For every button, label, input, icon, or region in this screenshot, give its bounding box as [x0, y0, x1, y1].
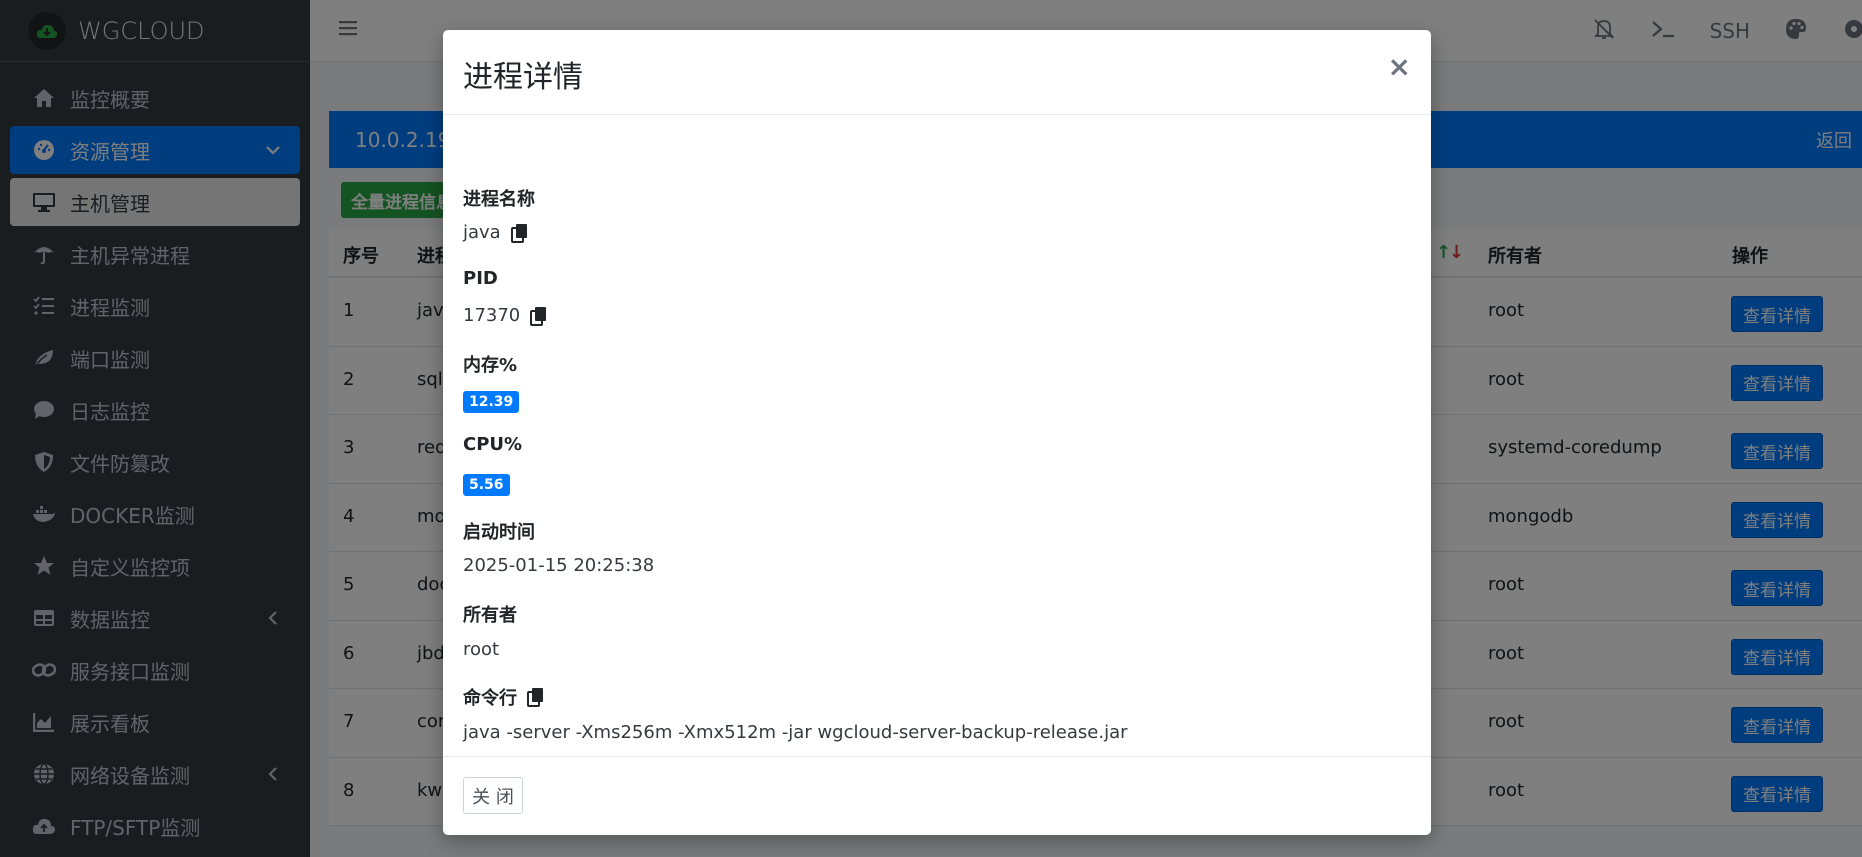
start-time-value: 2025-01-15 20:25:38 [463, 555, 655, 576]
close-icon[interactable]: × [1388, 50, 1411, 83]
command-value: java -server -Xms256m -Xmx512m -jar wgcl… [463, 722, 1128, 743]
cpu-badge: 5.56 [463, 474, 510, 496]
process-name-label: 进程名称 [463, 189, 535, 210]
process-name-value: java [463, 222, 529, 243]
modal-title: 进程详情 [463, 60, 583, 95]
copy-icon[interactable] [510, 223, 529, 243]
owner-label: 所有者 [463, 605, 517, 626]
start-time-label: 启动时间 [463, 522, 535, 543]
command-label-text: 命令行 [463, 688, 517, 709]
modal-header: 进程详情 × [443, 30, 1431, 115]
command-label: 命令行 [463, 684, 545, 710]
cpu-label: CPU% [463, 434, 523, 455]
modal-footer: 关 闭 [443, 756, 1431, 835]
copy-icon[interactable] [530, 306, 548, 326]
pid-value: 17370 [463, 305, 548, 326]
process-name-text: java [463, 222, 501, 243]
process-detail-modal: 进程详情 × 进程名称 java PID 17370 内存% 12.39 CPU… [443, 30, 1431, 835]
memory-label: 内存% [463, 355, 518, 376]
close-button[interactable]: 关 闭 [463, 777, 523, 814]
owner-value: root [463, 639, 500, 660]
pid-label: PID [463, 268, 498, 289]
pid-text: 17370 [463, 305, 521, 326]
copy-icon[interactable] [527, 687, 545, 707]
memory-badge: 12.39 [463, 391, 520, 413]
